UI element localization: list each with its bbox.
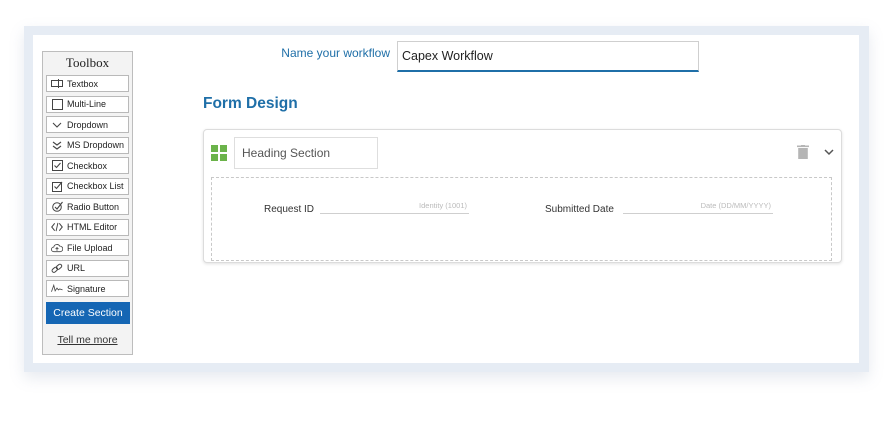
textbox-icon (51, 79, 63, 89)
tool-ms-dropdown[interactable]: MS Dropdown (46, 136, 129, 154)
multiline-icon (51, 98, 63, 110)
radio-button-icon (51, 201, 63, 212)
ms-dropdown-icon (51, 140, 63, 150)
checkbox-icon (51, 160, 63, 171)
tell-me-more-link[interactable]: Tell me more (43, 334, 132, 346)
tool-label: File Upload (67, 242, 113, 253)
submitted-date-label: Submitted Date (545, 204, 614, 215)
tool-label: Radio Button (67, 201, 120, 212)
form-section: Request ID Submitted Date (203, 129, 842, 263)
create-section-button[interactable]: Create Section (46, 302, 130, 324)
drag-handle-icon[interactable] (211, 145, 227, 161)
trash-icon[interactable] (797, 145, 809, 159)
workflow-name-label: Name your workflow (281, 46, 390, 60)
tool-label: MS Dropdown (67, 140, 125, 150)
tool-label: Signature (67, 283, 106, 294)
tool-label: Textbox (67, 78, 99, 89)
tool-checkbox-list[interactable]: Checkbox List (46, 177, 129, 195)
tool-label: Multi-Line (67, 99, 107, 109)
request-id-label: Request ID (264, 204, 315, 215)
tool-file-upload[interactable]: File Upload (46, 239, 129, 256)
tool-dropdown[interactable]: Dropdown (46, 116, 129, 133)
tool-signature[interactable]: Signature (46, 280, 129, 297)
checkbox-list-icon (51, 181, 63, 192)
tool-label: Checkbox (67, 160, 108, 171)
section-fields-area: Request ID Submitted Date (211, 177, 832, 261)
dropdown-icon (51, 120, 63, 130)
submitted-date-field[interactable] (623, 198, 773, 214)
tool-label: Checkbox List (67, 181, 124, 191)
tool-html-editor[interactable]: HTML Editor (46, 218, 129, 236)
request-id-field[interactable] (320, 198, 469, 214)
tool-label: HTML Editor (67, 222, 118, 232)
tool-label: URL (67, 263, 86, 273)
chevron-down-icon[interactable] (823, 147, 835, 157)
signature-icon (51, 284, 63, 294)
form-design-title: Form Design (203, 95, 298, 112)
tool-textbox[interactable]: Textbox (46, 75, 129, 92)
cloud-upload-icon (51, 243, 63, 253)
workflow-name-input[interactable] (397, 41, 699, 72)
tool-label: Dropdown (67, 119, 109, 130)
code-icon (51, 222, 63, 232)
tool-checkbox[interactable]: Checkbox (46, 157, 129, 174)
toolbox-panel: Toolbox Textbox Multi-Line Dropdown MS D… (42, 51, 133, 355)
toolbox-title: Toolbox (65, 55, 110, 70)
tool-url[interactable]: URL (46, 259, 129, 277)
tool-radio-button[interactable]: Radio Button (46, 198, 129, 215)
link-icon (51, 263, 63, 273)
tool-multi-line[interactable]: Multi-Line (46, 95, 129, 113)
section-heading-input[interactable] (234, 137, 378, 169)
